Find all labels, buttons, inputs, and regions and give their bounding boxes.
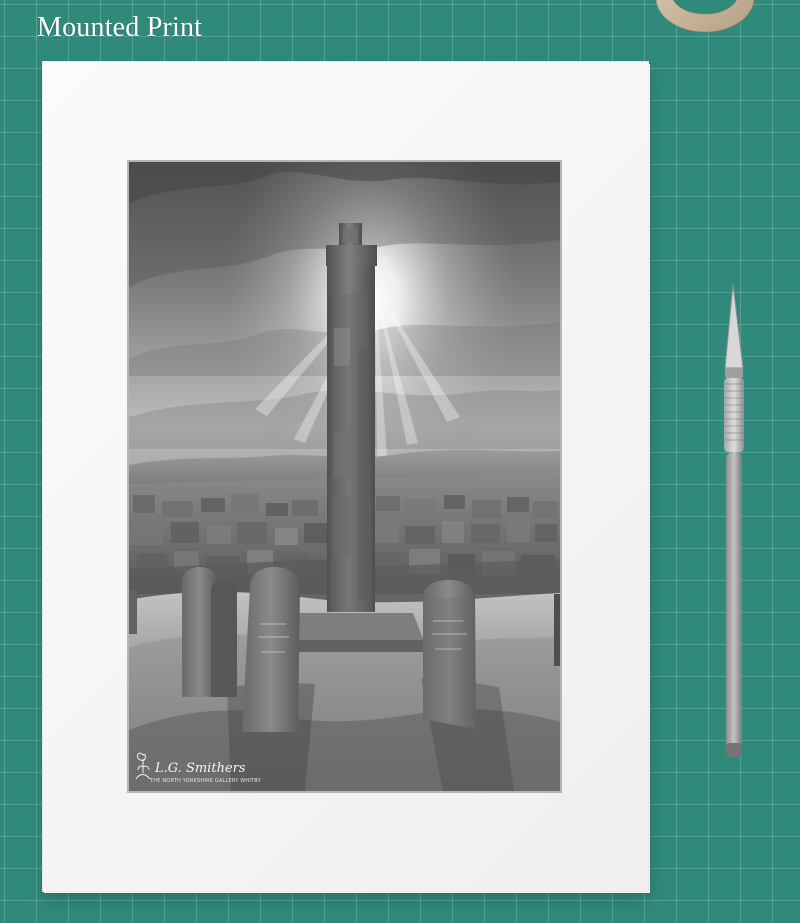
signature-tagline: THE NORTH YORKSHIRE GALLERY WHITBY (150, 778, 261, 784)
tape-roll-icon (655, 0, 755, 33)
page-title: Mounted Print (37, 12, 203, 43)
mounted-print-scene: Mounted Print L.G. Smithers THE NORTH YO… (0, 0, 800, 923)
craft-knife-icon (724, 283, 744, 757)
monochrome-churchyard-cross-photo (129, 162, 560, 791)
mounted-photo (129, 162, 560, 791)
signature-name: L.G. Smithers (155, 761, 246, 776)
photo-signature: L.G. Smithers THE NORTH YORKSHIRE GALLER… (135, 749, 261, 789)
